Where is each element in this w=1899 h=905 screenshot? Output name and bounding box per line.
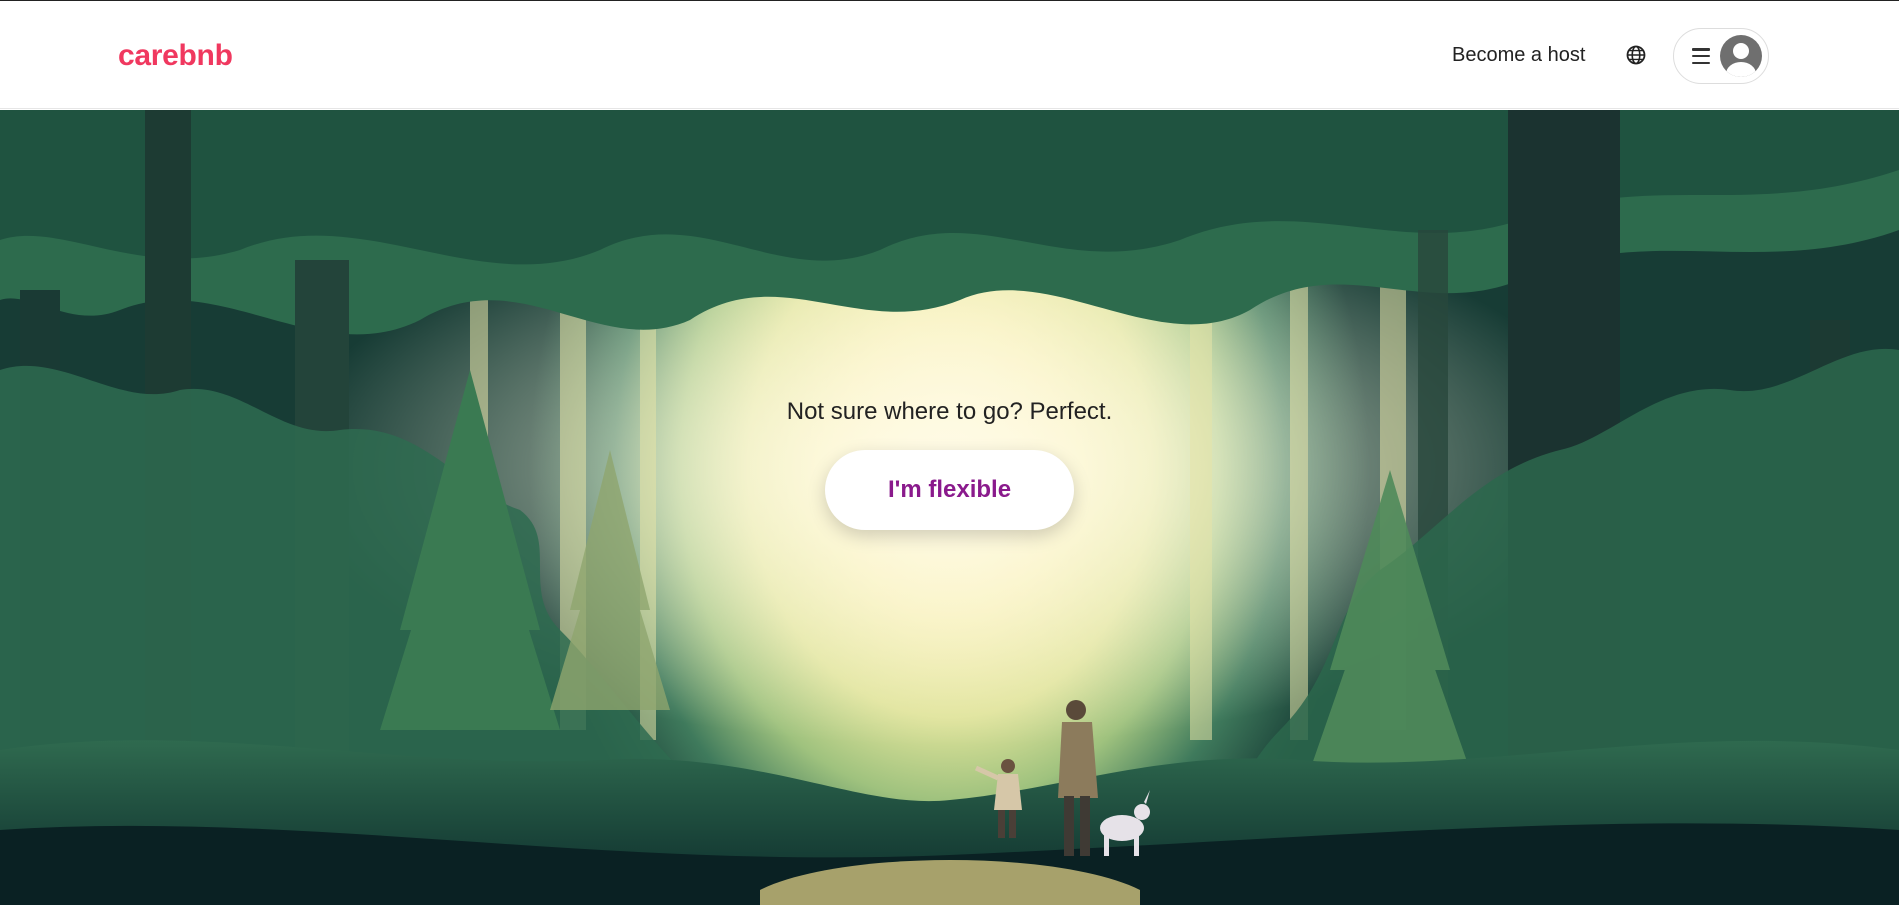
- hero-banner: Not sure where to go? Perfect. I'm flexi…: [0, 110, 1899, 905]
- globe-icon: [1626, 45, 1646, 65]
- become-host-link[interactable]: Become a host: [1438, 31, 1599, 79]
- site-header: carebnb Become a host: [0, 1, 1899, 109]
- language-button[interactable]: [1616, 35, 1656, 75]
- user-avatar-icon: [1720, 35, 1762, 77]
- user-menu-button[interactable]: [1673, 28, 1769, 84]
- hero-headline: Not sure where to go? Perfect.: [786, 398, 1113, 425]
- logo[interactable]: carebnb: [118, 39, 233, 73]
- hamburger-menu-icon: [1692, 48, 1710, 64]
- flexible-button[interactable]: I'm flexible: [825, 450, 1074, 530]
